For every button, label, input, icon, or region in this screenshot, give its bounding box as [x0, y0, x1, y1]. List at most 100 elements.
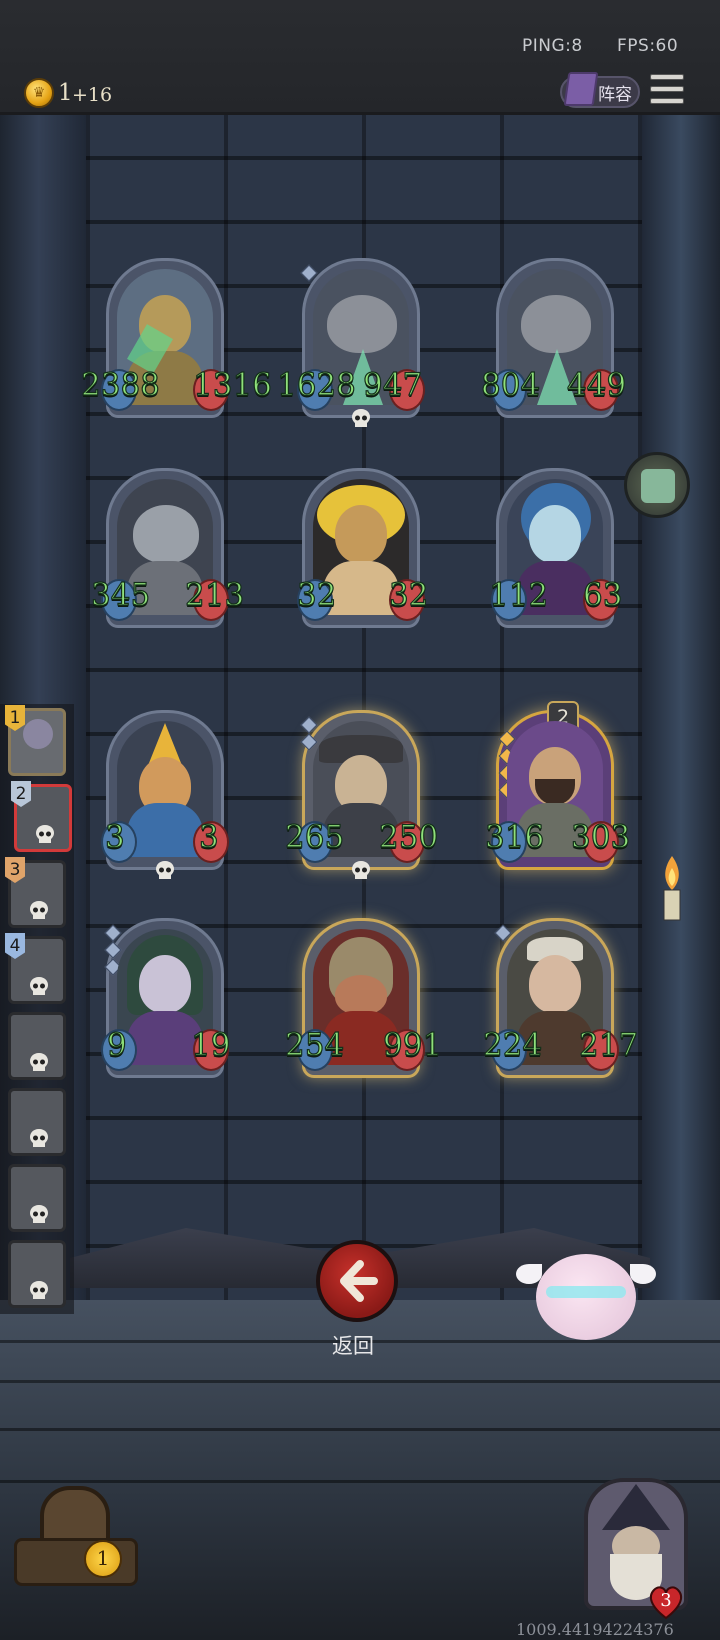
tier-pips — [300, 716, 318, 753]
right-pillar — [642, 112, 720, 1312]
minion-card[interactable]: 254 991 — [284, 918, 443, 1078]
attack-value: 32 — [296, 576, 337, 613]
mummy-head — [335, 505, 387, 563]
attack-value: 804 — [480, 366, 541, 403]
queue-slot[interactable] — [8, 1088, 66, 1156]
attack-value: 3 — [104, 818, 125, 855]
health-value: 250 — [378, 818, 439, 855]
skull-icon — [27, 1279, 51, 1303]
tier-pips — [300, 264, 318, 284]
minion-card[interactable]: 224 217 — [482, 918, 639, 1078]
attack-value: 316 — [484, 818, 545, 855]
skull-icon — [27, 899, 51, 923]
attack-value: 2388 — [80, 366, 160, 403]
torch-icon — [652, 852, 692, 932]
menu-icon — [650, 74, 684, 80]
health-value: 991 — [382, 1026, 443, 1063]
menu-button[interactable] — [650, 74, 684, 106]
token-art — [641, 469, 675, 503]
attack-value: 345 — [90, 576, 151, 613]
pet-wing — [516, 1264, 542, 1284]
queue-slot[interactable]: 4 — [5, 933, 66, 1004]
attack-value: 254 — [284, 1026, 345, 1063]
pet-wing — [630, 1264, 656, 1284]
pet-visor — [546, 1286, 626, 1298]
skull-icon — [27, 1051, 51, 1075]
attack-value: 112 — [488, 576, 549, 613]
skull-icon — [27, 1127, 51, 1151]
pet-mascot[interactable] — [516, 1240, 656, 1350]
shark-head — [327, 295, 397, 353]
minion-card[interactable]: 1628 947 — [276, 258, 425, 427]
queue-slot[interactable] — [8, 1240, 66, 1308]
attack-value: 265 — [284, 818, 345, 855]
skull-icon — [349, 407, 373, 431]
elf-face — [139, 955, 191, 1013]
hero-health: 3 — [660, 1590, 672, 1611]
rank-badge: 4 — [5, 933, 25, 959]
book-icon — [563, 72, 599, 106]
minion-card[interactable]: 2 316 303 — [484, 701, 631, 870]
pinocchio-body — [127, 803, 203, 857]
attack-value: 1628 — [276, 366, 356, 403]
queue-slot[interactable]: 2 — [11, 781, 72, 852]
health-value: 19 — [190, 1026, 231, 1063]
health-value: 3 — [198, 818, 219, 855]
health-value: 213 — [184, 576, 245, 613]
hero-portrait[interactable]: 3 — [580, 1474, 692, 1620]
skull-icon — [33, 823, 57, 847]
minion-card[interactable]: 32 32 — [296, 468, 429, 628]
minion-card[interactable]: 2388 1316 — [80, 258, 273, 418]
rank-badge: 1 — [5, 705, 25, 731]
girl-face — [529, 955, 581, 1013]
elf-face — [529, 505, 581, 563]
lineup-button[interactable]: 阵容 — [560, 72, 640, 108]
skull-icon — [349, 859, 373, 883]
health-value: 449 — [566, 366, 627, 403]
rank-badge: 2 — [11, 781, 31, 807]
queue-slot[interactable] — [8, 1012, 66, 1080]
health-value: 217 — [578, 1026, 639, 1063]
menu-icon-bar — [650, 86, 684, 92]
minion-card[interactable]: 265 250 — [284, 710, 439, 879]
tier-pips — [494, 924, 512, 944]
minion-token-icon[interactable] — [624, 452, 690, 518]
minion-card[interactable]: 345 213 — [90, 468, 245, 628]
ping-readout: PING:8 — [522, 36, 583, 56]
menu-icon-bar — [650, 98, 684, 104]
minion-card[interactable]: 804 449 — [480, 258, 627, 418]
rank-badge: 3 — [5, 857, 25, 883]
tavern-level: 1 — [84, 1540, 122, 1578]
gold-income: +16 — [72, 84, 113, 106]
player-queue: 1 2 3 4 — [0, 704, 74, 1314]
player-avatar — [23, 719, 53, 749]
queue-slot[interactable] — [8, 1164, 66, 1232]
health-value: 32 — [388, 576, 429, 613]
return-label: 返回 — [332, 1334, 374, 1358]
attack-value: 9 — [106, 1026, 127, 1063]
skull-icon — [153, 859, 177, 883]
shop-tavern[interactable]: 1 — [14, 1478, 144, 1596]
health-value: 947 — [362, 366, 423, 403]
skull-icon — [27, 975, 51, 999]
gold-coin-icon: ♛ — [24, 78, 54, 108]
return-button[interactable] — [316, 1240, 398, 1322]
health-value: 303 — [570, 818, 631, 855]
skull-icon — [27, 1203, 51, 1227]
lineup-label: 阵容 — [598, 85, 632, 105]
gold-amount: 1 — [58, 80, 73, 106]
fps-readout: FPS:60 — [617, 36, 679, 56]
minion-card[interactable]: 112 63 — [488, 468, 623, 628]
queue-slot[interactable]: 1 — [5, 705, 66, 776]
health-value: 1316 — [192, 366, 272, 403]
minion-card[interactable]: 9 19 — [101, 918, 231, 1078]
shark-head — [521, 295, 591, 353]
debug-coordinates: 1009.44194224376 — [516, 1620, 674, 1639]
arrow-left-icon — [340, 1260, 378, 1302]
queue-slot[interactable]: 3 — [5, 857, 66, 928]
health-value: 63 — [582, 576, 623, 613]
attack-value: 224 — [482, 1026, 543, 1063]
warrior-face — [335, 975, 387, 1015]
minion-card[interactable]: 3 3 — [101, 710, 229, 879]
beast-head — [133, 505, 199, 563]
